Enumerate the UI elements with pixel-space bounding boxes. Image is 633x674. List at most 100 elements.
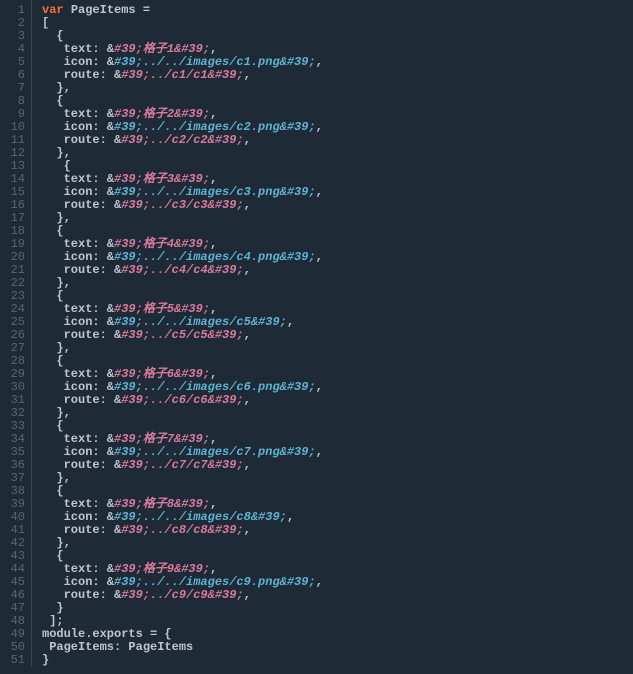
code-token: route: &	[42, 328, 121, 342]
code-token: icon: &	[42, 185, 114, 199]
code-token: route: &	[42, 588, 121, 602]
code-line[interactable]: PageItems: PageItems	[42, 641, 323, 654]
code-token: ,	[287, 510, 294, 524]
code-token: {	[42, 29, 64, 43]
code-token: ,	[244, 523, 251, 537]
code-token: #39;../c1/c1&#39;	[121, 68, 243, 82]
code-token: #39;../c4/c4&#39;	[121, 263, 243, 277]
code-token: ,	[210, 432, 217, 446]
code-token: #39;../../images/c8&#39;	[114, 510, 287, 524]
code-line[interactable]: },	[42, 277, 323, 290]
line-number-gutter: 1234567891011121314151617181920212223242…	[0, 0, 32, 667]
code-line[interactable]: }	[42, 654, 323, 667]
code-token: #39;../c5/c5&#39;	[121, 328, 243, 342]
code-token: icon: &	[42, 55, 114, 69]
code-token: ,	[316, 575, 323, 589]
code-token: },	[42, 81, 71, 95]
code-token: #39;格子6&#39;	[114, 367, 210, 381]
code-token: #39;../c2/c2&#39;	[121, 133, 243, 147]
code-content[interactable]: var PageItems =[ { text: &#39;格子1&#39;, …	[32, 0, 323, 667]
code-token: #39;../c8/c8&#39;	[121, 523, 243, 537]
code-token: },	[42, 471, 71, 485]
code-token: #39;格子1&#39;	[114, 42, 210, 56]
code-line[interactable]: route: &#39;../c6/c6&#39;,	[42, 394, 323, 407]
code-token: #39;格子3&#39;	[114, 172, 210, 186]
code-token: ,	[244, 263, 251, 277]
code-token: ,	[210, 237, 217, 251]
code-token: icon: &	[42, 250, 114, 264]
code-token: ,	[244, 458, 251, 472]
code-token: #39;格子9&#39;	[114, 562, 210, 576]
code-token: }	[42, 653, 49, 667]
code-token: #39;../c9/c9&#39;	[121, 588, 243, 602]
code-token: #39;格子7&#39;	[114, 432, 210, 446]
code-token: ,	[210, 107, 217, 121]
code-token: ,	[316, 120, 323, 134]
code-token: text: &	[42, 42, 114, 56]
code-line[interactable]: },	[42, 472, 323, 485]
code-token: ,	[244, 68, 251, 82]
code-token: #39;格子5&#39;	[114, 302, 210, 316]
code-line[interactable]: var PageItems =	[42, 4, 323, 17]
code-token: #39;../../images/c3.png&#39;	[114, 185, 316, 199]
code-token: text: &	[42, 562, 114, 576]
code-token: ,	[210, 42, 217, 56]
code-line[interactable]: },	[42, 212, 323, 225]
code-line[interactable]: }	[42, 602, 323, 615]
code-token: #39;格子4&#39;	[114, 237, 210, 251]
code-token: },	[42, 146, 71, 160]
code-line[interactable]: },	[42, 537, 323, 550]
code-line[interactable]: },	[42, 147, 323, 160]
code-line[interactable]: route: &#39;../c4/c4&#39;,	[42, 264, 323, 277]
code-line[interactable]: [	[42, 17, 323, 30]
code-line[interactable]: },	[42, 407, 323, 420]
code-line[interactable]: route: &#39;../c9/c9&#39;,	[42, 589, 323, 602]
code-token: ,	[316, 55, 323, 69]
code-token: },	[42, 211, 71, 225]
code-token: text: &	[42, 237, 114, 251]
code-token: [	[42, 16, 49, 30]
code-line[interactable]: route: &#39;../c8/c8&#39;,	[42, 524, 323, 537]
code-token: #39;../../images/c9.png&#39;	[114, 575, 316, 589]
code-token: {	[42, 484, 64, 498]
code-token: icon: &	[42, 380, 114, 394]
code-editor[interactable]: 1234567891011121314151617181920212223242…	[0, 0, 633, 667]
code-token: {	[42, 354, 64, 368]
code-token: ,	[210, 562, 217, 576]
code-token: ,	[316, 445, 323, 459]
code-line[interactable]: route: &#39;../c5/c5&#39;,	[42, 329, 323, 342]
code-token: ,	[316, 380, 323, 394]
code-token: module.exports = {	[42, 627, 172, 641]
code-token: ,	[244, 588, 251, 602]
code-token: #39;格子2&#39;	[114, 107, 210, 121]
code-token: icon: &	[42, 120, 114, 134]
code-line[interactable]: route: &#39;../c7/c7&#39;,	[42, 459, 323, 472]
code-token: PageItems =	[71, 3, 150, 17]
code-line[interactable]: },	[42, 342, 323, 355]
code-token: ];	[42, 614, 64, 628]
code-token: {	[42, 419, 64, 433]
code-line[interactable]: route: &#39;../c3/c3&#39;,	[42, 199, 323, 212]
code-line[interactable]: route: &#39;../c2/c2&#39;,	[42, 134, 323, 147]
code-token: ,	[210, 172, 217, 186]
code-token: },	[42, 341, 71, 355]
code-token: #39;格子8&#39;	[114, 497, 210, 511]
code-token: }	[42, 601, 64, 615]
code-token: icon: &	[42, 445, 114, 459]
code-token: {	[42, 224, 64, 238]
code-token: #39;../../images/c7.png&#39;	[114, 445, 316, 459]
code-token: text: &	[42, 172, 114, 186]
code-token: #39;../../images/c2.png&#39;	[114, 120, 316, 134]
code-token: ,	[316, 185, 323, 199]
code-token: #39;../../images/c1.png&#39;	[114, 55, 316, 69]
code-token: #39;../c3/c3&#39;	[121, 198, 243, 212]
code-token: ,	[316, 250, 323, 264]
code-token: {	[42, 549, 64, 563]
code-token: #39;../c7/c7&#39;	[121, 458, 243, 472]
code-token: route: &	[42, 133, 121, 147]
code-line[interactable]: },	[42, 82, 323, 95]
code-line[interactable]: route: &#39;../c1/c1&#39;,	[42, 69, 323, 82]
code-token: ,	[210, 497, 217, 511]
code-token: text: &	[42, 432, 114, 446]
code-token: ,	[287, 315, 294, 329]
